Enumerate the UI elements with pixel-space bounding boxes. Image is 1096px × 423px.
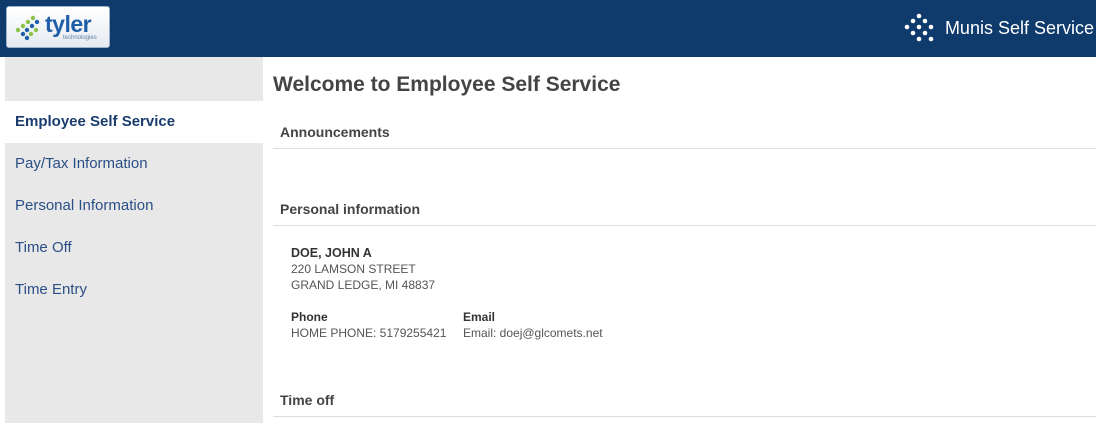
tyler-logo[interactable]: tyler technologies (6, 6, 110, 48)
app-name: Munis Self Service (944, 18, 1094, 38)
person-card: DOE, JOHN A 220 LAMSON STREET GRAND LEDG… (291, 245, 435, 293)
sidebar-item-employee-self-service[interactable]: Employee Self Service (5, 101, 263, 143)
email-block: Email Email: doej@glcomets.net (463, 309, 603, 341)
tyler-dots-icon (15, 15, 40, 41)
personal-information-section-header: Personal information (273, 192, 1096, 226)
announcements-section-header: Announcements (273, 115, 1096, 149)
sidebar-item-pay-tax-information[interactable]: Pay/Tax Information (5, 143, 263, 185)
sidebar-item-personal-information[interactable]: Personal Information (5, 185, 263, 227)
sidebar-item-time-off[interactable]: Time Off (5, 227, 263, 269)
app-brand: Munis Self Service (901, 0, 1096, 57)
sidebar: Employee Self Service Pay/Tax Informatio… (5, 57, 263, 423)
logo-subtext: technologies (63, 35, 97, 41)
munis-dots-icon (904, 13, 934, 41)
phone-value: HOME PHONE: 5179255421 (291, 326, 447, 340)
announcements-heading: Announcements (280, 124, 390, 140)
main-content: Welcome to Employee Self Service Announc… (273, 57, 1096, 423)
logo-text: tyler (45, 11, 92, 37)
page-title: Welcome to Employee Self Service (273, 73, 621, 96)
top-bar: tyler technologies Munis Self Service (0, 0, 1096, 57)
time-off-section-header: Time off (273, 383, 1096, 417)
phone-label: Phone (291, 310, 328, 324)
time-off-heading: Time off (280, 392, 335, 408)
personal-information-heading: Personal information (280, 201, 421, 217)
page: tyler technologies Munis Self Service Em… (0, 0, 1096, 423)
email-label: Email (463, 310, 496, 324)
sidebar-item-time-entry[interactable]: Time Entry (5, 269, 263, 311)
address-line-2: GRAND LEDGE, MI 48837 (291, 278, 436, 292)
phone-block: Phone HOME PHONE: 5179255421 (291, 309, 446, 341)
sidebar-nav: Employee Self Service Pay/Tax Informatio… (5, 101, 263, 311)
address-line-1: 220 LAMSON STREET (291, 262, 416, 276)
employee-name: DOE, JOHN A (291, 246, 372, 260)
email-value: Email: doej@glcomets.net (463, 326, 603, 340)
